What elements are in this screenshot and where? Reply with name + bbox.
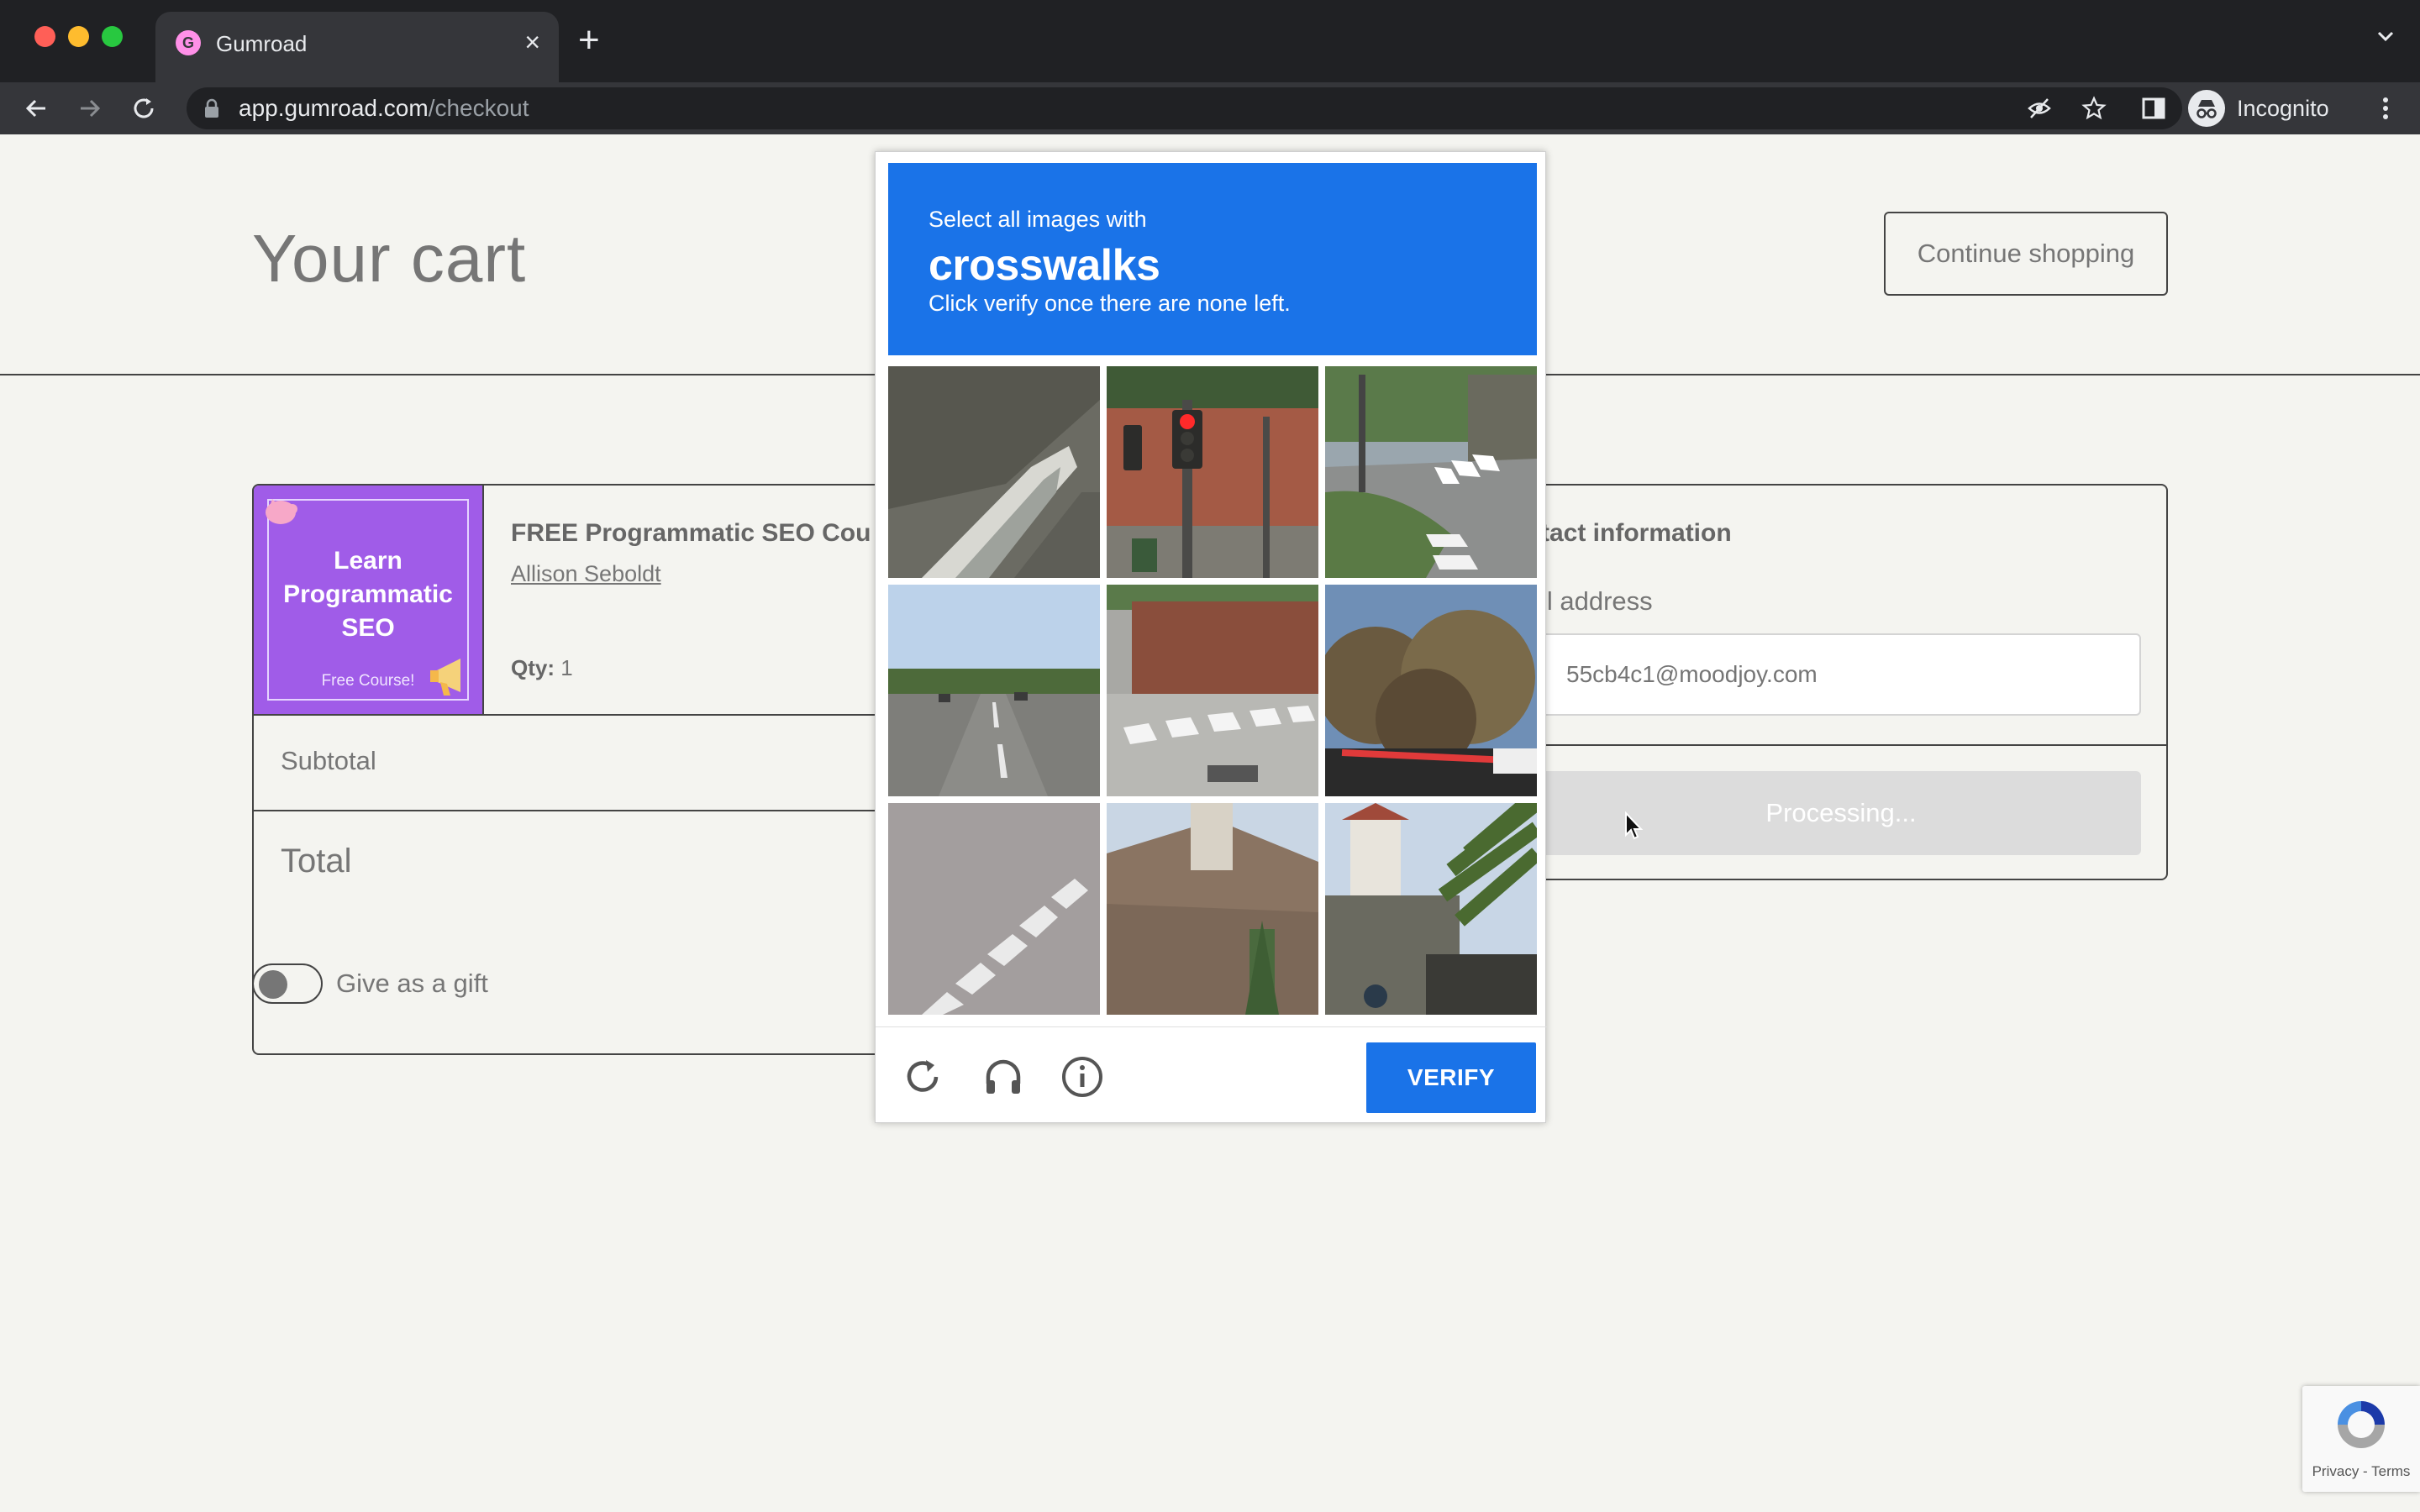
new-tab-icon[interactable]: + bbox=[578, 22, 600, 59]
piggy-bank-icon bbox=[266, 499, 297, 524]
thumbnail-divider bbox=[482, 486, 484, 714]
captcha-tile[interactable] bbox=[1107, 366, 1318, 578]
captcha-instructions: Select all images with crosswalks Click … bbox=[888, 163, 1537, 355]
reload-icon[interactable] bbox=[129, 94, 158, 123]
gift-label: Give as a gift bbox=[336, 969, 488, 998]
instruction-hint: Click verify once there are none left. bbox=[929, 291, 1291, 316]
instruction-keyword: crosswalks bbox=[929, 241, 1160, 290]
side-panel-icon[interactable] bbox=[2139, 94, 2168, 123]
continue-shopping-button[interactable]: Continue shopping bbox=[1884, 212, 2168, 296]
gumroad-favicon-icon: G bbox=[176, 30, 201, 55]
window-close-button[interactable] bbox=[34, 26, 55, 47]
page-title: Your cart bbox=[252, 221, 527, 296]
more-menu-icon[interactable] bbox=[2371, 94, 2400, 123]
headphones-icon[interactable] bbox=[981, 1055, 1025, 1099]
gift-toggle-row[interactable]: Give as a gift bbox=[252, 963, 488, 1005]
captcha-tile[interactable] bbox=[1325, 585, 1537, 796]
thumbnail-title: Learn Programmatic SEO bbox=[283, 547, 453, 642]
contact-card: tact information il address Processing..… bbox=[1512, 484, 2168, 880]
chevron-down-icon[interactable] bbox=[2376, 27, 2395, 45]
window-minimize-button[interactable] bbox=[68, 26, 89, 47]
url-text: app.gumroad.com/checkout bbox=[239, 95, 529, 121]
browser-tab-bar: G Gumroad × + bbox=[0, 0, 2420, 82]
gift-toggle[interactable] bbox=[252, 963, 323, 1004]
lock-icon bbox=[205, 98, 218, 118]
captcha-tile[interactable] bbox=[1107, 803, 1318, 1015]
contact-title: tact information bbox=[1541, 519, 1732, 547]
window-zoom-button[interactable] bbox=[102, 26, 123, 47]
captcha-tile[interactable] bbox=[888, 366, 1100, 578]
recaptcha-challenge: Select all images with crosswalks Click … bbox=[875, 151, 1547, 1123]
eye-off-icon[interactable] bbox=[2027, 96, 2052, 121]
toggle-knob bbox=[259, 970, 287, 999]
megaphone-icon bbox=[430, 659, 460, 696]
verify-button[interactable]: VERIFY bbox=[1366, 1042, 1536, 1113]
email-label: il address bbox=[1541, 586, 1653, 616]
total-label: Total bbox=[281, 843, 352, 879]
captcha-footer-divider bbox=[876, 1026, 1547, 1027]
instruction-line: Select all images with bbox=[929, 207, 1147, 232]
subtotal-label: Subtotal bbox=[281, 746, 376, 775]
email-field[interactable] bbox=[1541, 633, 2141, 716]
captcha-tile[interactable] bbox=[888, 585, 1100, 796]
recaptcha-logo-icon bbox=[2338, 1401, 2385, 1448]
mouse-cursor-icon bbox=[1625, 811, 1644, 840]
captcha-tile[interactable] bbox=[888, 803, 1100, 1015]
privacy-terms-link[interactable]: Privacy - Terms bbox=[2302, 1463, 2420, 1480]
tab-title: Gumroad bbox=[216, 31, 308, 56]
captcha-tile[interactable] bbox=[1107, 585, 1318, 796]
product-title[interactable]: FREE Programmatic SEO Cou bbox=[511, 519, 871, 548]
product-thumbnail[interactable]: Learn Programmatic SEO Free Course! bbox=[254, 486, 482, 714]
contact-divider bbox=[1514, 744, 2166, 746]
captcha-tile[interactable] bbox=[1325, 366, 1537, 578]
cart-divider bbox=[254, 714, 906, 716]
info-icon[interactable] bbox=[1060, 1055, 1104, 1099]
recaptcha-badge[interactable]: Privacy - Terms bbox=[2302, 1386, 2420, 1492]
star-icon[interactable] bbox=[2081, 96, 2107, 121]
captcha-image-grid bbox=[888, 366, 1537, 1015]
cart-divider bbox=[254, 810, 906, 811]
address-bar[interactable]: app.gumroad.com/checkout bbox=[187, 87, 2182, 129]
browser-tab-gumroad[interactable]: G Gumroad × bbox=[155, 12, 559, 82]
refresh-icon[interactable] bbox=[901, 1055, 944, 1099]
product-quantity: Qty: 1 bbox=[511, 655, 573, 680]
forward-arrow-icon[interactable] bbox=[76, 94, 104, 123]
captcha-tile[interactable] bbox=[1325, 803, 1537, 1015]
browser-toolbar: app.gumroad.com/checkout Incognito bbox=[0, 82, 2420, 134]
profile-label: Incognito bbox=[2237, 95, 2329, 121]
tab-close-icon[interactable]: × bbox=[524, 29, 540, 55]
product-author-link[interactable]: Allison Seboldt bbox=[511, 561, 661, 587]
incognito-profile[interactable]: Incognito bbox=[2188, 89, 2329, 128]
incognito-icon bbox=[2188, 90, 2225, 127]
back-arrow-icon[interactable] bbox=[22, 94, 50, 123]
